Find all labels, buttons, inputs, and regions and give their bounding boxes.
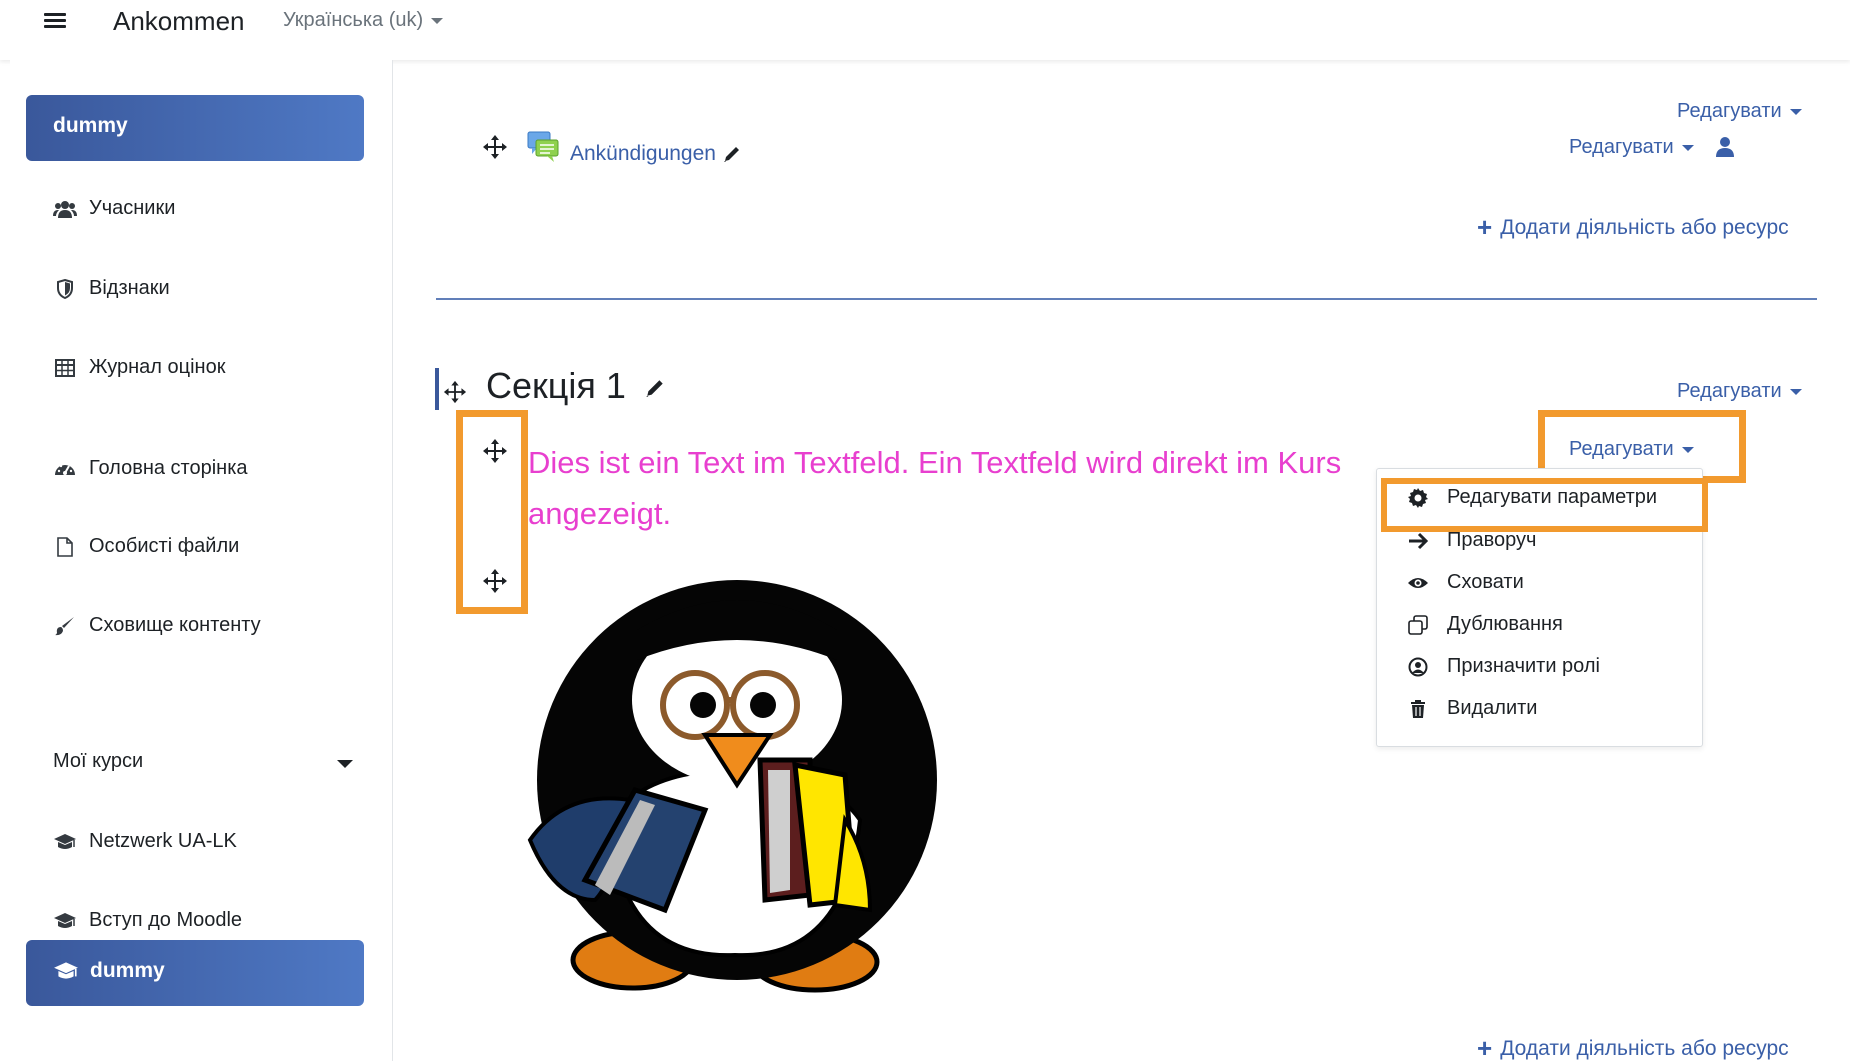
add-activity-button[interactable]: + Додати діяльність або ресурс <box>1477 212 1789 243</box>
language-label: Українська (uk) <box>283 9 424 31</box>
menu-item-assign-roles[interactable]: Призначити ролі <box>1407 655 1600 678</box>
dashboard-icon <box>53 457 77 481</box>
language-selector[interactable]: Українська (uk) <box>283 9 444 32</box>
move-icon[interactable] <box>443 380 467 404</box>
chevron-down-icon <box>1681 446 1694 453</box>
sidebar-course-netzwerk[interactable]: Netzwerk UA-LK <box>53 830 237 857</box>
move-icon[interactable] <box>482 568 508 594</box>
activity-forum[interactable]: Ankündigungen <box>570 142 742 166</box>
move-icon[interactable] <box>482 438 508 464</box>
menu-item-hide[interactable]: Сховати <box>1407 571 1524 594</box>
highlight-box-edit-settings <box>1381 478 1708 532</box>
site-name[interactable]: Ankommen <box>113 6 245 37</box>
trash-icon <box>1407 698 1429 720</box>
chevron-down-icon <box>431 17 444 24</box>
menu-item-label: Праворуч <box>1447 529 1537 551</box>
sidebar-course-dummy-active[interactable]: dummy <box>26 940 364 1006</box>
my-courses-toggle[interactable]: Мої курси <box>53 750 353 773</box>
section-divider <box>436 298 1817 300</box>
edit-menu-label: Редагувати <box>1569 136 1674 158</box>
menu-item-duplicate[interactable]: Дублювання <box>1407 613 1563 636</box>
sidebar-item-grades[interactable]: Журнал оцінок <box>53 356 225 383</box>
file-icon <box>53 535 77 559</box>
sidebar-item-label: Учасники <box>89 197 176 219</box>
chevron-down-icon <box>337 760 353 768</box>
chevron-down-icon <box>1681 144 1694 151</box>
users-icon <box>53 197 77 221</box>
plus-icon: + <box>1477 212 1493 242</box>
graduation-cap-icon <box>53 909 77 933</box>
menu-item-delete[interactable]: Видалити <box>1407 697 1537 720</box>
section-title: Секція 1 <box>486 365 666 407</box>
pencil-icon[interactable] <box>722 144 742 164</box>
sidebar-course-home[interactable]: dummy <box>26 95 364 161</box>
graduation-cap-icon <box>53 961 79 987</box>
sidebar-item-private-files[interactable]: Особисті файли <box>53 535 239 562</box>
menu-item-label: Дублювання <box>1447 613 1563 635</box>
activity-edit-menu[interactable]: Редагувати <box>1569 136 1694 159</box>
course-index-sidebar: dummy Учасники Відзнаки Журнал оцінок Го… <box>10 60 393 1061</box>
menu-item-label: Видалити <box>1447 697 1538 719</box>
my-courses-label: Мої курси <box>53 750 144 772</box>
menu-item-label: Призначити ролі <box>1447 655 1600 677</box>
add-activity-label: Додати діяльність або ресурс <box>1500 216 1789 239</box>
plus-icon: + <box>1477 1033 1493 1061</box>
sidebar-item-label: Сховище контенту <box>89 614 261 636</box>
duplicate-icon <box>1407 614 1429 636</box>
menu-item-label: Сховати <box>1447 571 1524 593</box>
menu-item-move-right[interactable]: Праворуч <box>1407 529 1536 552</box>
sidebar-item-label: Відзнаки <box>89 277 170 299</box>
brush-icon <box>53 614 77 638</box>
sidebar-item-label: Netzwerk UA-LK <box>89 830 237 852</box>
edit-menu-label: Редагувати <box>1677 380 1782 402</box>
sidebar-item-label: Журнал оцінок <box>89 356 226 378</box>
sidebar-item-participants[interactable]: Учасники <box>53 197 175 224</box>
general-section-edit-menu[interactable]: Редагувати <box>1677 100 1802 123</box>
add-activity-label: Додати діяльність або ресурс <box>1500 1037 1789 1060</box>
sidebar-course-home-label: dummy <box>53 114 128 137</box>
top-navbar: Ankommen Українська (uk) <box>0 0 1850 60</box>
move-icon[interactable] <box>482 134 508 160</box>
sidebar-item-content-bank[interactable]: Сховище контенту <box>53 614 261 641</box>
penguin-image <box>527 580 937 993</box>
section-title-text: Секція 1 <box>486 365 626 406</box>
chevron-down-icon <box>1789 388 1802 395</box>
arrow-right-icon <box>1407 530 1429 552</box>
sidebar-item-label: dummy <box>90 959 165 982</box>
shield-icon <box>53 277 77 301</box>
activity-name-link[interactable]: Ankündigungen <box>570 142 716 165</box>
pencil-icon[interactable] <box>644 377 666 399</box>
chevron-down-icon <box>1789 108 1802 115</box>
sidebar-item-label: Особисті файли <box>89 535 240 557</box>
add-activity-button[interactable]: + Додати діяльність або ресурс <box>1477 1033 1789 1061</box>
sidebar-item-badges[interactable]: Відзнаки <box>53 277 170 304</box>
sidebar-item-dashboard[interactable]: Головна сторінка <box>53 457 248 484</box>
section-edit-menu[interactable]: Редагувати <box>1677 380 1802 403</box>
eye-icon <box>1407 572 1429 594</box>
edit-menu-label: Редагувати <box>1569 438 1674 460</box>
user-circle-icon <box>1407 656 1429 678</box>
section-highlight-bar <box>435 368 439 410</box>
text-label-content: Dies ist ein Text im Textfeld. Ein Textf… <box>528 445 1342 531</box>
forum-icon <box>527 131 559 162</box>
menu-toggle-icon[interactable] <box>44 10 66 32</box>
graduation-cap-icon <box>53 830 77 854</box>
sidebar-item-label: Головна сторінка <box>89 457 248 479</box>
user-icon[interactable] <box>1716 136 1734 158</box>
label-edit-menu[interactable]: Редагувати <box>1569 438 1694 461</box>
table-icon <box>53 356 77 380</box>
edit-menu-label: Редагувати <box>1677 100 1782 122</box>
